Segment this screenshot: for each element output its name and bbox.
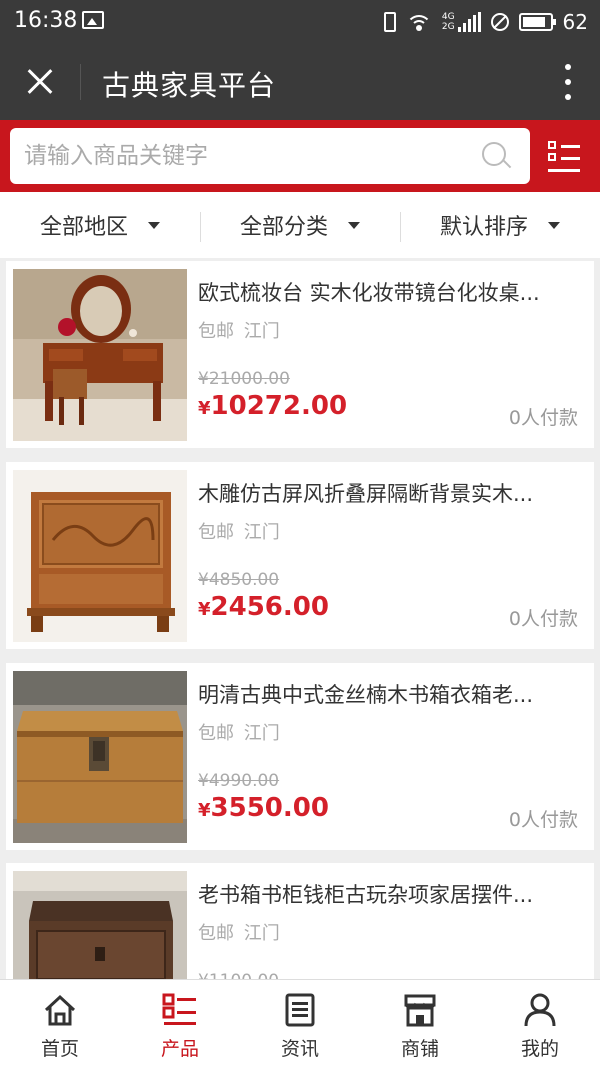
vibrate-icon [383, 12, 396, 32]
product-title[interactable]: 老书箱书柜钱柜古玩杂项家居摆件... [198, 879, 588, 909]
original-price: ¥1100.00 [198, 971, 279, 979]
product-tags: 包邮 江门 [198, 919, 284, 945]
nav-item-profile[interactable]: 我的 [480, 980, 600, 1067]
location-tag: 江门 [243, 923, 280, 944]
status-indicators: 4G 2G 62 [383, 6, 588, 38]
bottom-nav: 首页 产品 资讯 商铺 我的 [0, 979, 600, 1067]
product-card[interactable]: 欧式梳妆台 实木化妆带镜台化妆桌... 包邮 江门 ¥21000.00 ¥102… [6, 261, 594, 448]
filter-bar: 全部地区 全部分类 默认排序 [0, 192, 600, 258]
image-notification-icon [82, 11, 104, 29]
filter-region-label: 全部地区 [39, 215, 128, 240]
product-tags: 包邮 江门 [198, 518, 284, 544]
search-bar [0, 120, 600, 192]
location-tag: 江门 [243, 321, 280, 342]
search-input[interactable] [24, 138, 474, 174]
product-image-carved-screen[interactable] [13, 470, 187, 642]
filter-category-label: 全部分类 [239, 215, 328, 240]
sale-price-value: 10272.00 [210, 391, 348, 421]
shipping-tag: 包邮 [198, 522, 234, 543]
location-tag: 江门 [243, 723, 280, 744]
search-icon[interactable] [482, 142, 512, 172]
product-list-icon [162, 992, 198, 1028]
product-image-old-cabinet[interactable] [13, 871, 187, 979]
product-card[interactable]: 明清古典中式金丝楠木书箱衣箱老... 包邮 江门 ¥4990.00 ¥3550.… [6, 663, 594, 850]
shipping-tag: 包邮 [198, 723, 234, 744]
product-tags: 包邮 江门 [198, 317, 284, 343]
sale-price-value: 3550.00 [210, 793, 329, 823]
title-divider [80, 64, 81, 100]
product-title[interactable]: 明清古典中式金丝楠木书箱衣箱老... [198, 679, 588, 709]
news-icon [282, 992, 318, 1028]
product-tags: 包邮 江门 [198, 719, 284, 745]
network-4g-label: 4G [441, 12, 455, 22]
product-list[interactable]: 欧式梳妆台 实木化妆带镜台化妆桌... 包邮 江门 ¥21000.00 ¥102… [0, 258, 600, 979]
title-bar: 古典家具平台 [0, 44, 600, 120]
dropdown-arrow-icon [548, 221, 560, 229]
currency-symbol: ¥ [198, 599, 211, 620]
product-image-vanity-table[interactable] [13, 269, 187, 441]
shipping-tag: 包邮 [198, 321, 234, 342]
sale-price: ¥2456.00 [198, 592, 329, 622]
nav-label-news: 资讯 [280, 1038, 319, 1060]
product-image-wooden-chest[interactable] [13, 671, 187, 843]
do-not-disturb-icon [490, 13, 509, 31]
original-price: ¥4850.00 [198, 570, 280, 590]
more-options-icon[interactable] [564, 64, 572, 100]
dropdown-arrow-icon [348, 221, 360, 229]
product-title[interactable]: 欧式梳妆台 实木化妆带镜台化妆桌... [198, 277, 588, 307]
nav-item-news[interactable]: 资讯 [240, 980, 360, 1067]
location-tag: 江门 [243, 522, 280, 543]
nav-label-home: 首页 [40, 1038, 79, 1060]
sale-price: ¥10272.00 [198, 391, 347, 421]
category-list-icon[interactable] [548, 141, 580, 173]
filter-sort[interactable]: 默认排序 [400, 192, 600, 258]
status-time: 16:38 [14, 8, 78, 33]
nav-item-products[interactable]: 产品 [120, 980, 240, 1067]
buyer-count: 0人付款 [508, 608, 578, 630]
nav-item-home[interactable]: 首页 [0, 980, 120, 1067]
battery-level: 62 [562, 10, 588, 34]
shop-icon [402, 992, 438, 1028]
filter-region[interactable]: 全部地区 [0, 192, 200, 258]
original-price: ¥4990.00 [198, 771, 280, 791]
status-bar: 16:38 4G 2G 62 [0, 0, 600, 44]
cellular-signal-icon: 4G 2G [442, 12, 481, 32]
nav-item-shop[interactable]: 商铺 [360, 980, 480, 1067]
filter-category[interactable]: 全部分类 [200, 192, 400, 258]
nav-label-products: 产品 [160, 1038, 199, 1060]
shipping-tag: 包邮 [198, 923, 234, 944]
buyer-count: 0人付款 [508, 407, 578, 429]
network-2g-label: 2G [441, 22, 455, 32]
home-icon [42, 992, 78, 1028]
sale-price-value: 2456.00 [210, 592, 329, 622]
original-price: ¥21000.00 [198, 369, 290, 389]
currency-symbol: ¥ [198, 398, 211, 419]
product-card[interactable]: 木雕仿古屏风折叠屏隔断背景实木... 包邮 江门 ¥4850.00 ¥2456.… [6, 462, 594, 649]
buyer-count: 0人付款 [508, 809, 578, 831]
sale-price: ¥3550.00 [198, 793, 329, 823]
currency-symbol: ¥ [198, 800, 211, 821]
search-box [10, 128, 530, 184]
wifi-icon [405, 13, 432, 31]
product-title[interactable]: 木雕仿古屏风折叠屏隔断背景实木... [198, 478, 588, 508]
product-card[interactable]: 老书箱书柜钱柜古玩杂项家居摆件... 包邮 江门 ¥1100.00 [6, 863, 594, 979]
nav-label-profile: 我的 [520, 1038, 559, 1060]
battery-icon [518, 13, 556, 31]
user-icon [522, 992, 558, 1028]
dropdown-arrow-icon [148, 221, 160, 229]
close-icon[interactable] [20, 62, 60, 102]
filter-sort-label: 默认排序 [439, 215, 528, 240]
page-title: 古典家具平台 [102, 69, 277, 102]
nav-label-shop: 商铺 [400, 1038, 439, 1060]
